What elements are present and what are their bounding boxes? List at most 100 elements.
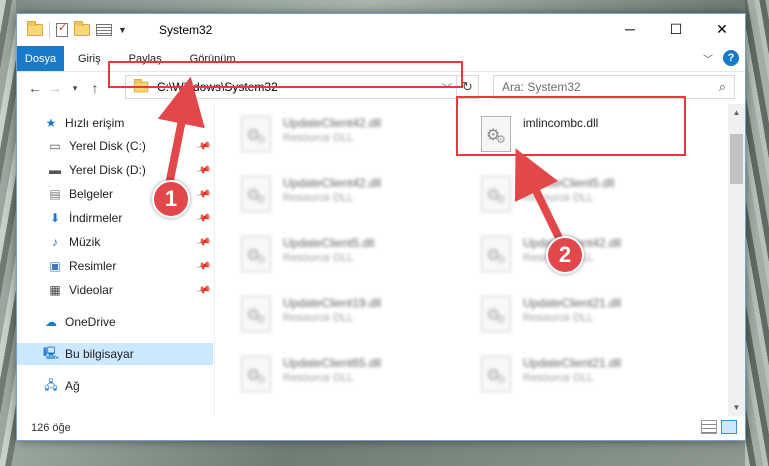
address-path[interactable]: C:\Windows\System32: [157, 80, 438, 94]
drive-icon: ▬: [49, 163, 61, 177]
properties-icon[interactable]: [56, 21, 68, 37]
dll-file-icon: [481, 176, 511, 212]
ribbon-tabs: Dosya Giriş Paylaş Görünüm ﹀ ?: [17, 46, 745, 72]
expand-ribbon-chevron-icon[interactable]: ﹀: [703, 51, 713, 66]
scroll-up-arrow-icon[interactable]: ▲: [728, 104, 745, 121]
recent-locations-chevron-icon[interactable]: ▾: [65, 83, 85, 94]
desktop-background-left: [0, 0, 16, 466]
file-type: Resource DLL: [523, 312, 594, 324]
view-icon[interactable]: [96, 24, 112, 36]
sidebar-item-pictures[interactable]: ▣ Resimler 📌: [17, 255, 213, 277]
help-icon[interactable]: ?: [723, 50, 739, 66]
pin-icon[interactable]: 📌: [195, 210, 211, 226]
dll-file-icon: [481, 296, 511, 332]
close-button[interactable]: ✕: [699, 14, 745, 44]
step-one-callout: 1: [152, 180, 190, 218]
sidebar-item-label: Ağ: [65, 379, 80, 393]
dll-file-icon: [481, 356, 511, 392]
sidebar-item-label: Videolar: [69, 283, 113, 297]
sidebar-item-onedrive[interactable]: ☁ OneDrive: [17, 311, 213, 333]
search-icon[interactable]: ⌕: [719, 79, 726, 95]
pin-icon[interactable]: 📌: [195, 282, 211, 298]
navigation-bar: ← → ▾ ↑ C:\Windows\System32 ﹀ ↻ Ara: Sys…: [17, 72, 745, 104]
pin-icon[interactable]: 📌: [195, 186, 211, 202]
maximize-button[interactable]: ☐: [653, 14, 699, 44]
sidebar-item-local-disk-d[interactable]: ▬ Yerel Disk (D:) 📌: [17, 159, 213, 181]
tab-file[interactable]: Dosya: [17, 46, 64, 71]
tab-share[interactable]: Paylaş: [115, 46, 176, 71]
status-bar: 126 öğe: [17, 416, 745, 440]
file-type: Resource DLL: [523, 372, 594, 384]
toolbar-divider: [49, 22, 50, 38]
address-dropdown-chevron-icon[interactable]: ﹀: [438, 80, 456, 95]
pin-icon[interactable]: 📌: [195, 162, 211, 178]
forward-arrow-icon[interactable]: →: [45, 80, 65, 96]
file-name: imlincombc.dll: [523, 116, 599, 130]
search-box[interactable]: Ara: System32 ⌕: [493, 75, 735, 99]
dll-file-icon: [241, 296, 271, 332]
title-bar: ▼ System32 ─ ☐ ✕: [17, 14, 745, 46]
documents-icon: ▤: [49, 187, 61, 201]
new-folder-icon[interactable]: [74, 21, 90, 36]
search-input[interactable]: Ara: System32: [502, 80, 581, 94]
sidebar-item-label: Resimler: [69, 259, 117, 273]
sidebar-item-quick-access[interactable]: ★ Hızlı erişim: [17, 112, 213, 134]
file-name: UpdateClient5.dll: [523, 176, 615, 190]
vertical-scrollbar[interactable]: ▲ ▼: [728, 104, 745, 416]
quick-access-toolbar: ▼: [17, 21, 127, 38]
file-list: UpdateClient42.dll Resource DLL imlincom…: [215, 104, 745, 416]
file-item[interactable]: UpdateClient5.dll Resource DLL: [481, 176, 614, 212]
explorer-window: ▼ System32 ─ ☐ ✕ Dosya Giriş Paylaş Görü…: [16, 13, 746, 441]
star-icon: ★: [45, 116, 57, 130]
back-arrow-icon[interactable]: ←: [25, 80, 45, 96]
up-arrow-icon[interactable]: ↑: [85, 80, 105, 96]
sidebar-item-label: Yerel Disk (D:): [69, 163, 146, 177]
step-two-callout: 2: [546, 236, 584, 274]
sidebar-item-local-disk-c[interactable]: ▭ Yerel Disk (C:) 📌: [17, 135, 213, 157]
video-icon: ▦: [49, 283, 61, 297]
sidebar-item-this-pc[interactable]: 🖳 Bu bilgisayar: [17, 343, 213, 365]
minimize-button[interactable]: ─: [607, 14, 653, 44]
item-count: 126 öğe: [31, 422, 71, 434]
sidebar-item-label: Belgeler: [69, 187, 114, 201]
dll-file-icon: [241, 116, 271, 152]
tab-home[interactable]: Giriş: [64, 46, 115, 71]
pin-icon[interactable]: 📌: [195, 138, 211, 154]
details-view-icon[interactable]: [701, 420, 717, 434]
file-item[interactable]: UpdateClient42.dll Resource DLL: [241, 176, 381, 212]
address-bar[interactable]: C:\Windows\System32 ﹀ ↻: [125, 75, 479, 99]
file-item[interactable]: UpdateClient19.dll Resource DLL: [241, 296, 381, 332]
sidebar-item-network[interactable]: 🖧 Ağ: [17, 375, 213, 397]
dll-file-icon: [241, 236, 271, 272]
navigation-pane: ★ Hızlı erişim ▭ Yerel Disk (C:) 📌 ▬ Yer…: [17, 104, 215, 416]
file-name: UpdateClient42.dll: [283, 176, 382, 190]
sidebar-item-label: Müzik: [69, 235, 101, 249]
refresh-icon[interactable]: ↻: [456, 76, 478, 98]
file-item[interactable]: UpdateClient21.dll Resource DLL: [481, 356, 621, 392]
sidebar-item-videos[interactable]: ▦ Videolar 📌: [17, 279, 213, 301]
large-icons-view-icon[interactable]: [721, 420, 737, 434]
sidebar-item-label: Bu bilgisayar: [65, 347, 134, 361]
music-icon: ♪: [52, 235, 58, 249]
pictures-icon: ▣: [49, 259, 61, 273]
tab-view[interactable]: Görünüm: [176, 46, 250, 71]
cloud-icon: ☁: [45, 315, 57, 329]
file-item[interactable]: UpdateClient21.dll Resource DLL: [481, 296, 621, 332]
pin-icon[interactable]: 📌: [195, 258, 211, 274]
file-item[interactable]: UpdateClient42.dll Resource DLL: [241, 116, 381, 152]
address-folder-icon: [133, 78, 149, 93]
customize-toolbar-chevron-icon[interactable]: ▼: [118, 25, 127, 35]
pin-icon[interactable]: 📌: [195, 234, 211, 250]
file-type: Resource DLL: [283, 312, 354, 324]
scroll-thumb[interactable]: [730, 134, 743, 184]
folder-icon[interactable]: [27, 21, 43, 36]
dll-file-icon: [481, 236, 511, 272]
file-item[interactable]: UpdateClient65.dll Resource DLL: [241, 356, 381, 392]
desktop-background-right: [745, 0, 769, 466]
computer-icon: 🖳: [43, 345, 60, 360]
file-item-target[interactable]: imlincombc.dll: [481, 116, 598, 152]
file-item[interactable]: UpdateClient5.dll Resource DLL: [241, 236, 374, 272]
sidebar-item-music[interactable]: ♪ Müzik 📌: [17, 231, 213, 253]
sidebar-item-label: OneDrive: [65, 315, 116, 329]
scroll-down-arrow-icon[interactable]: ▼: [728, 399, 745, 416]
